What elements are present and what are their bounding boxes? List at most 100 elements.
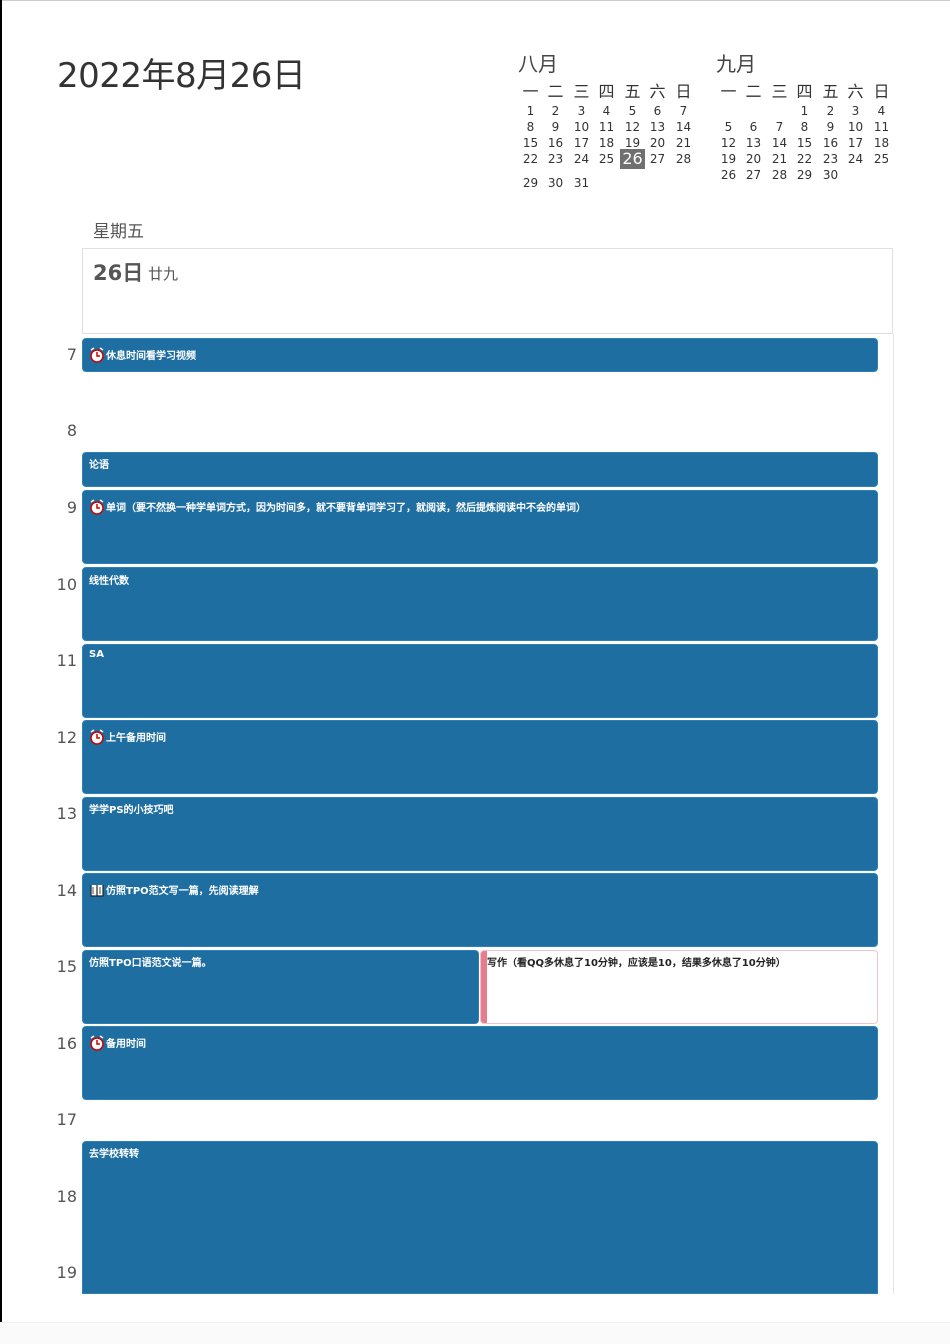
event-block[interactable]: 去学校转转 xyxy=(82,1141,878,1294)
page-title-date: 2022年8月26日 xyxy=(57,56,306,96)
calendar-day[interactable]: 29 xyxy=(518,176,543,190)
mini-calendar-august: 八月 一二三四五六日 1 2 3 4 5 6 7 8 9 10 11 12 13 14 15 16 17 18 19 2… xyxy=(518,48,698,198)
event-block[interactable]: 单词（要不然换一种学单词方式，因为时间多，就不要背单词学习了，就阅读，然后提炼阅… xyxy=(82,490,878,564)
calendar-day[interactable]: 28 xyxy=(671,152,696,166)
weekday-header: 四 xyxy=(598,82,615,101)
event-block[interactable]: 论语 xyxy=(82,452,878,487)
event-block[interactable]: 上午备用时间 xyxy=(82,720,878,794)
calendar-day[interactable]: 20 xyxy=(741,152,766,166)
calendar-day[interactable]: 24 xyxy=(843,152,868,166)
weekday-header: 五 xyxy=(822,82,839,101)
calendar-day-today[interactable]: 26 xyxy=(620,149,645,169)
day-column-right-border xyxy=(893,334,894,1294)
calendar-day[interactable]: 1 xyxy=(792,104,817,118)
calendar-day[interactable]: 27 xyxy=(741,168,766,182)
calendar-day[interactable]: 8 xyxy=(792,120,817,134)
calendar-day[interactable]: 7 xyxy=(767,120,792,134)
event-title: 单词（要不然换一种学单词方式，因为时间多，就不要背单词学习了，就阅读，然后提炼阅… xyxy=(106,503,586,514)
calendar-day[interactable]: 22 xyxy=(518,152,543,166)
calendar-day[interactable]: 20 xyxy=(645,136,670,150)
calendar-day[interactable]: 5 xyxy=(620,104,645,118)
page-left-border xyxy=(0,0,2,1343)
calendar-day[interactable]: 12 xyxy=(620,120,645,134)
event-title: 上午备用时间 xyxy=(106,733,166,744)
hour-label: 12 xyxy=(56,728,77,747)
calendar-day[interactable]: 14 xyxy=(671,120,696,134)
calendar-day[interactable]: 18 xyxy=(594,136,619,150)
calendar-day[interactable]: 2 xyxy=(818,104,843,118)
event-block[interactable]: 休息时间看学习视频 xyxy=(82,338,878,372)
weekday-header: 二 xyxy=(745,82,762,101)
calendar-day[interactable]: 24 xyxy=(569,152,594,166)
calendar-day[interactable]: 9 xyxy=(818,120,843,134)
event-block[interactable]: 仿照TPO范文写一篇，先阅读理解 xyxy=(82,873,878,947)
hour-label: 9 xyxy=(66,498,77,517)
calendar-day[interactable]: 16 xyxy=(543,136,568,150)
calendar-day[interactable]: 9 xyxy=(543,120,568,134)
calendar-day[interactable]: 31 xyxy=(569,176,594,190)
weekday-header: 一 xyxy=(720,82,737,101)
event-color-bar xyxy=(481,951,487,1023)
calendar-day[interactable]: 19 xyxy=(620,136,645,150)
calendar-day[interactable]: 3 xyxy=(843,104,868,118)
hour-label: 10 xyxy=(56,575,77,594)
event-block[interactable]: 线性代数 xyxy=(82,567,878,641)
calendar-day[interactable]: 13 xyxy=(741,136,766,150)
calendar-day[interactable]: 23 xyxy=(818,152,843,166)
calendar-day[interactable]: 25 xyxy=(869,152,894,166)
alarm-clock-icon xyxy=(89,1035,105,1054)
calendar-day[interactable]: 29 xyxy=(792,168,817,182)
weekday-header: 六 xyxy=(649,82,666,101)
calendar-day[interactable]: 26 xyxy=(716,168,741,182)
page-top-border xyxy=(0,0,950,1)
calendar-day[interactable]: 25 xyxy=(594,152,619,166)
calendar-day[interactable]: 28 xyxy=(767,168,792,182)
event-block[interactable]: 写作（看QQ多休息了10分钟，应该是10，结果多休息了10分钟） xyxy=(480,950,878,1024)
calendar-day[interactable]: 18 xyxy=(869,136,894,150)
month-title-august: 八月 xyxy=(518,52,558,76)
weekday-header: 日 xyxy=(675,82,692,101)
calendar-day[interactable]: 10 xyxy=(843,120,868,134)
calendar-day[interactable]: 11 xyxy=(869,120,894,134)
hour-label: 13 xyxy=(56,804,77,823)
calendar-day[interactable]: 21 xyxy=(671,136,696,150)
calendar-day[interactable]: 10 xyxy=(569,120,594,134)
calendar-day[interactable]: 15 xyxy=(792,136,817,150)
calendar-day[interactable]: 27 xyxy=(645,152,670,166)
calendar-day[interactable]: 4 xyxy=(869,104,894,118)
calendar-day[interactable]: 5 xyxy=(716,120,741,134)
calendar-day[interactable]: 7 xyxy=(671,104,696,118)
calendar-day[interactable]: 21 xyxy=(767,152,792,166)
calendar-day[interactable]: 19 xyxy=(716,152,741,166)
calendar-day[interactable]: 13 xyxy=(645,120,670,134)
calendar-day[interactable]: 16 xyxy=(818,136,843,150)
calendar-day[interactable]: 12 xyxy=(716,136,741,150)
calendar-day[interactable]: 2 xyxy=(543,104,568,118)
event-title: 去学校转转 xyxy=(89,1149,139,1160)
calendar-day[interactable]: 11 xyxy=(594,120,619,134)
calendar-day[interactable]: 4 xyxy=(594,104,619,118)
calendar-day[interactable]: 3 xyxy=(569,104,594,118)
event-title: 备用时间 xyxy=(106,1039,146,1050)
event-title: 线性代数 xyxy=(89,576,129,587)
calendar-day[interactable]: 30 xyxy=(818,168,843,182)
calendar-day[interactable]: 8 xyxy=(518,120,543,134)
event-block[interactable]: 仿照TPO口语范文说一篇。 xyxy=(82,950,479,1024)
calendar-day[interactable]: 14 xyxy=(767,136,792,150)
weekday-header: 五 xyxy=(624,82,641,101)
hour-label: 7 xyxy=(66,345,77,364)
calendar-day[interactable]: 23 xyxy=(543,152,568,166)
alarm-clock-icon xyxy=(89,729,105,748)
calendar-day[interactable]: 6 xyxy=(645,104,670,118)
calendar-day[interactable]: 22 xyxy=(792,152,817,166)
event-block[interactable]: SA xyxy=(82,644,878,718)
hour-label: 15 xyxy=(56,957,77,976)
calendar-day[interactable]: 30 xyxy=(543,176,568,190)
event-block[interactable]: 学学PS的小技巧吧 xyxy=(82,797,878,871)
calendar-day[interactable]: 17 xyxy=(569,136,594,150)
event-block[interactable]: 备用时间 xyxy=(82,1026,878,1100)
calendar-day[interactable]: 1 xyxy=(518,104,543,118)
calendar-day[interactable]: 15 xyxy=(518,136,543,150)
calendar-day[interactable]: 6 xyxy=(741,120,766,134)
calendar-day[interactable]: 17 xyxy=(843,136,868,150)
